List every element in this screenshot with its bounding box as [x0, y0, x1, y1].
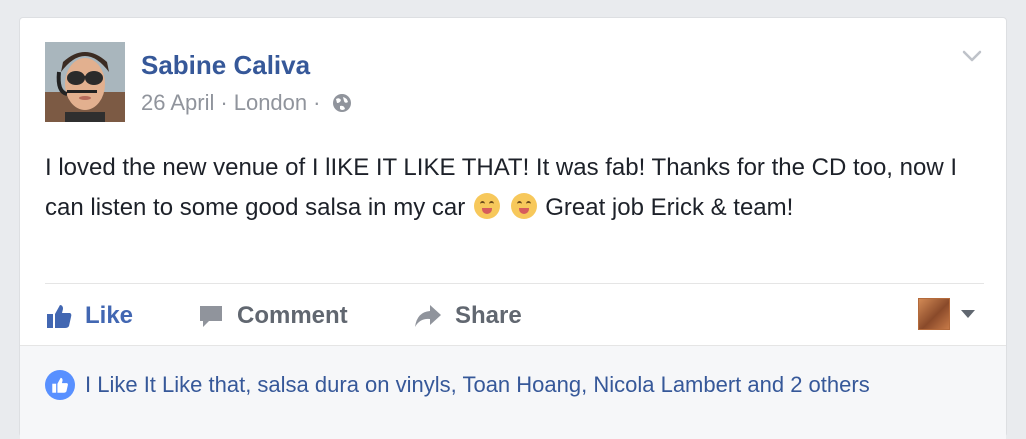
share-arrow-icon [413, 302, 443, 330]
post-actions: Like Comment Share [45, 296, 985, 336]
comment-bubble-icon [197, 302, 225, 330]
reactions-summary[interactable]: I Like It Like that, salsa dura on vinyl… [45, 370, 870, 400]
tongue-out-wink-face-icon [473, 193, 500, 219]
post-card: Sabine Caliva 26 April · London · I love… [19, 17, 1007, 439]
post-meta: 26 April · London · [141, 90, 352, 116]
comment-button[interactable]: Comment [197, 296, 348, 336]
meta-separator: · [313, 90, 321, 115]
post-text: I loved the new venue of I lIKE IT LIKE … [45, 148, 995, 228]
post-as-selector[interactable] [918, 296, 976, 332]
like-label: Like [85, 302, 134, 329]
like-button[interactable]: Like [45, 296, 133, 336]
meta-separator: · [220, 90, 228, 115]
reactions-bar: I Like It Like that, salsa dura on vinyl… [20, 345, 1006, 439]
share-label: Share [455, 302, 522, 329]
author-avatar[interactable] [45, 42, 125, 122]
post-date-link[interactable]: 26 April [141, 90, 214, 116]
post-location-link[interactable]: London [234, 90, 307, 116]
like-reaction-icon [45, 370, 75, 400]
tongue-out-wink-face-icon [510, 193, 537, 219]
share-button[interactable]: Share [413, 296, 522, 336]
reactions-text: I Like It Like that, salsa dura on vinyl… [85, 372, 870, 397]
comment-label: Comment [237, 302, 348, 329]
page-thumbnail [918, 298, 950, 330]
actions-divider [45, 283, 984, 284]
author-name-link[interactable]: Sabine Caliva [141, 50, 310, 81]
avatar-photo [45, 42, 125, 122]
post-text-part1: I loved the new venue of I lIKE IT LIKE … [45, 154, 957, 221]
post-text-part2: Great job Erick & team! [545, 194, 794, 221]
globe-icon[interactable] [332, 93, 352, 113]
thumbs-up-icon [45, 302, 73, 330]
caret-down-icon [961, 310, 975, 318]
chevron-down-icon[interactable] [960, 44, 984, 68]
